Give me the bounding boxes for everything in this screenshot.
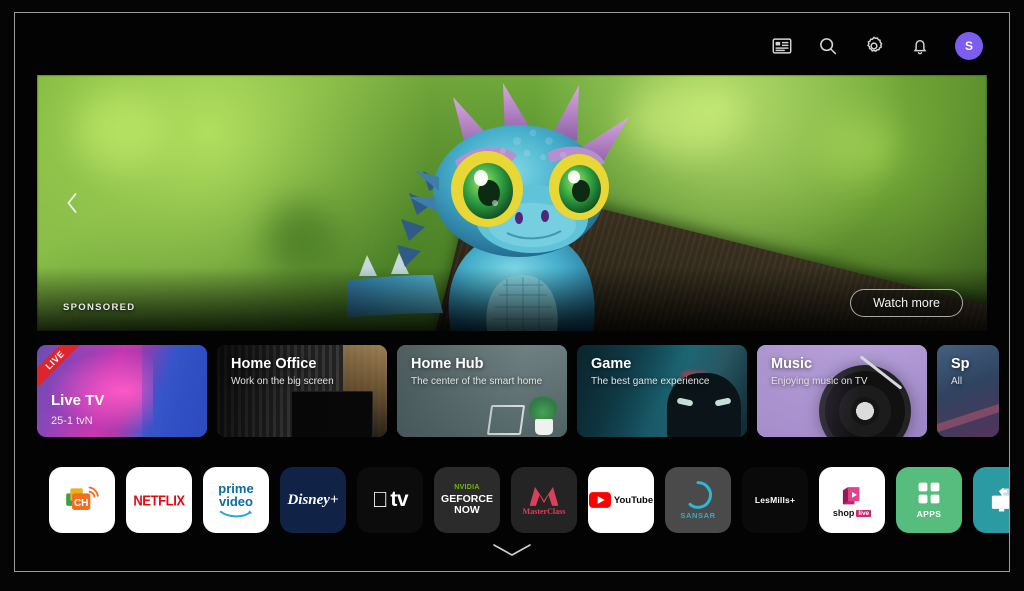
app-tile-prime-video-label: prime xyxy=(218,480,254,496)
tv-outer-frame: S SPONSORED Watch more LIVE Live TV 25-1… xyxy=(0,0,1024,591)
app-tile-masterclass-label: MasterClass xyxy=(522,507,566,516)
app-tile-sansar-label: SANSAR xyxy=(680,511,716,520)
top-bar: S xyxy=(15,13,1009,79)
app-tile-prime-video[interactable]: prime video xyxy=(203,467,269,533)
guide-icon[interactable] xyxy=(769,33,795,59)
card-sports-subtitle: All xyxy=(951,376,963,387)
app-tile-geforce-now-label3: NOW xyxy=(454,503,480,516)
app-tile-apps[interactable]: APPS xyxy=(896,467,962,533)
card-music-title: Music xyxy=(771,356,813,372)
app-tile-apple-tv-label: tv xyxy=(382,488,408,511)
bell-icon[interactable] xyxy=(907,33,933,59)
shop-bag-icon xyxy=(842,487,860,505)
card-game-title: Game xyxy=(591,356,632,372)
app-tile-masterclass[interactable]: MasterClass xyxy=(511,467,577,533)
card-home-hub[interactable]: Home Hub The center of the smart home xyxy=(397,345,567,437)
card-live-tv[interactable]: LIVE Live TV 25-1 tvN xyxy=(37,345,207,437)
card-home-hub-title: Home Hub xyxy=(411,356,484,372)
app-tile-disney-plus-label: Disney+ xyxy=(287,491,339,508)
grid-icon xyxy=(918,482,940,504)
hero-banner[interactable]: SPONSORED Watch more xyxy=(37,75,987,331)
scroll-down-chevron-icon[interactable] xyxy=(490,541,534,559)
app-tile-youtube[interactable]: YouTube xyxy=(588,467,654,533)
app-tile-netflix-label: NETFLIX xyxy=(133,491,185,509)
hero-prev-arrow-icon[interactable] xyxy=(57,186,87,220)
hero-gradient-overlay xyxy=(37,267,987,331)
card-live-tv-title: Live TV xyxy=(51,392,105,409)
card-game[interactable]: Game The best game experience xyxy=(577,345,747,437)
app-tile-shop-live-label: shop xyxy=(832,508,855,518)
card-music-subtitle: Enjoying music on TV xyxy=(771,376,868,387)
card-sports-partial[interactable]: Sp All xyxy=(937,345,999,437)
app-tile-disney-plus[interactable]: Disney+ xyxy=(280,467,346,533)
card-game-subtitle: The best game experience xyxy=(591,376,710,387)
bokeh-blob xyxy=(816,115,896,176)
gear-icon[interactable] xyxy=(861,33,887,59)
app-tile-youtube-label: YouTube xyxy=(613,494,654,506)
app-tile-channel-label: CH xyxy=(74,498,88,509)
watch-more-button[interactable]: Watch more xyxy=(850,289,963,317)
tv-screen: S SPONSORED Watch more LIVE Live TV 25-1… xyxy=(15,13,1009,571)
avatar[interactable]: S xyxy=(955,32,983,60)
category-cards-row: LIVE Live TV 25-1 tvN Home Office Work o… xyxy=(37,345,1009,441)
card-home-office-title: Home Office xyxy=(231,356,317,372)
card-sports-title: Sp xyxy=(951,356,970,372)
avatar-initial: S xyxy=(964,39,973,53)
masterclass-m-icon xyxy=(529,487,559,506)
app-launcher-row: CH NETFLIX prime video Disney+ tv NVIDIA… xyxy=(49,456,1009,544)
app-tile-lesmills-label: LesMills+ xyxy=(754,495,796,505)
app-tile-lesmills[interactable]: LesMills+ xyxy=(742,467,808,533)
bokeh-blob xyxy=(265,203,335,273)
sansar-ring-icon xyxy=(688,481,712,509)
tv-bezel: S SPONSORED Watch more LIVE Live TV 25-1… xyxy=(14,12,1010,572)
apple-logo-icon:  xyxy=(372,489,389,511)
app-tile-sansar[interactable]: SANSAR xyxy=(665,467,731,533)
app-tile-screen-share[interactable] xyxy=(973,467,1009,533)
card-home-office[interactable]: Home Office Work on the big screen xyxy=(217,345,387,437)
card-home-hub-subtitle: The center of the smart home xyxy=(411,376,543,387)
youtube-play-icon xyxy=(588,492,611,508)
search-icon[interactable] xyxy=(815,33,841,59)
card-home-office-subtitle: Work on the big screen xyxy=(231,376,334,387)
app-tile-netflix[interactable]: NETFLIX xyxy=(126,467,192,533)
app-tile-geforce-now[interactable]: NVIDIA GEFORCE NOW xyxy=(434,467,500,533)
sponsored-label: SPONSORED xyxy=(63,302,136,313)
app-tile-apple-tv[interactable]:  tv xyxy=(357,467,423,533)
bokeh-blob xyxy=(75,90,165,171)
app-tile-prime-video-label2: video xyxy=(219,494,253,509)
app-tile-apps-label: APPS xyxy=(916,509,942,519)
app-tile-channel[interactable]: CH xyxy=(49,467,115,533)
nvidia-logo-icon: NVIDIA xyxy=(454,484,480,492)
screen-share-icon xyxy=(991,487,1009,512)
card-live-tv-subtitle: 25-1 tvN xyxy=(51,415,93,427)
app-tile-shop-live[interactable]: shop live xyxy=(819,467,885,533)
card-music[interactable]: Music Enjoying music on TV xyxy=(757,345,927,437)
app-tile-shop-live-label2: live xyxy=(856,509,872,517)
